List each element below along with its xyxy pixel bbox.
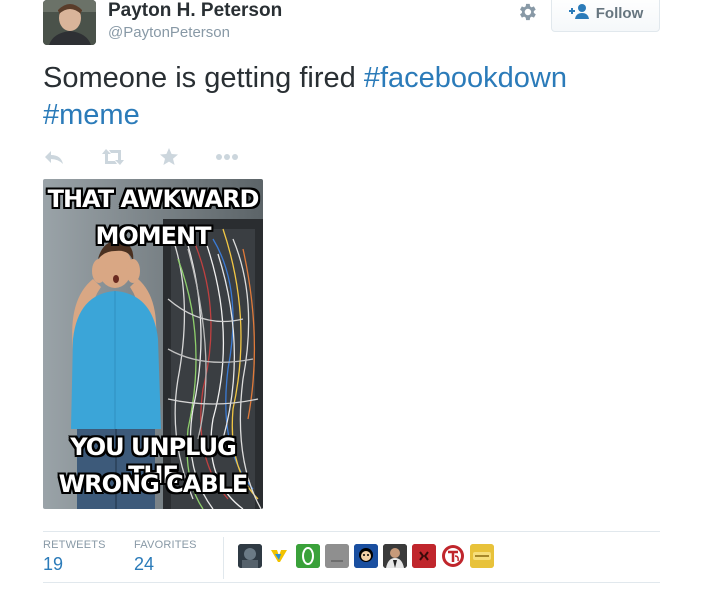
add-user-icon [568,3,590,23]
hashtag-facebookdown[interactable]: #facebookdown [364,62,567,94]
tweet-media-image[interactable]: THAT AWKWARD MOMENT YOU UNPLUG THE WRONG… [43,179,263,509]
follow-label: Follow [595,4,644,22]
favorites-count: 24 [134,554,155,574]
stats-divider-top [43,531,660,532]
retweets-stat[interactable]: RETWEETS 19 [43,539,106,575]
retweets-label: RETWEETS [43,539,106,551]
avatar[interactable] [43,0,96,45]
meme-caption-top-2: MOMENT [95,222,211,250]
favoriter-avatar-9[interactable] [470,544,494,568]
meme-caption-top-1: THAT AWKWARD [47,185,260,213]
meme-caption-bottom-2: WRONG CABLE [58,470,249,498]
favoriter-avatar-7[interactable] [412,544,436,568]
stats-separator [223,537,224,579]
favoriter-avatar-5[interactable] [354,544,378,568]
favoriter-avatar-2[interactable] [267,544,291,568]
tweet-text: Someone is getting fired #facebookdown #… [43,60,663,134]
more-icon[interactable] [215,146,239,168]
stats-divider-bottom [43,582,660,583]
favorite-icon[interactable] [159,146,179,168]
author-handle[interactable]: @PaytonPeterson [108,24,230,41]
follow-button[interactable]: Follow [551,0,660,32]
favorites-label: FAVORITES [134,539,197,551]
tweet-body: Someone is getting fired [43,62,356,94]
retweets-count: 19 [43,554,64,574]
favoriters-list [238,544,494,568]
retweet-icon[interactable] [101,146,125,168]
favorites-stat[interactable]: FAVORITES 24 [134,539,197,575]
favoriter-avatar-3[interactable] [296,544,320,568]
gear-icon[interactable] [514,0,540,24]
favoriter-avatar-6[interactable] [383,544,407,568]
reply-icon[interactable] [43,146,65,168]
author-name[interactable]: Payton H. Peterson [108,0,282,22]
favoriter-avatar-1[interactable] [238,544,262,568]
hashtag-meme[interactable]: #meme [43,99,140,131]
favoriter-avatar-8[interactable] [441,544,465,568]
favoriter-avatar-4[interactable] [325,544,349,568]
